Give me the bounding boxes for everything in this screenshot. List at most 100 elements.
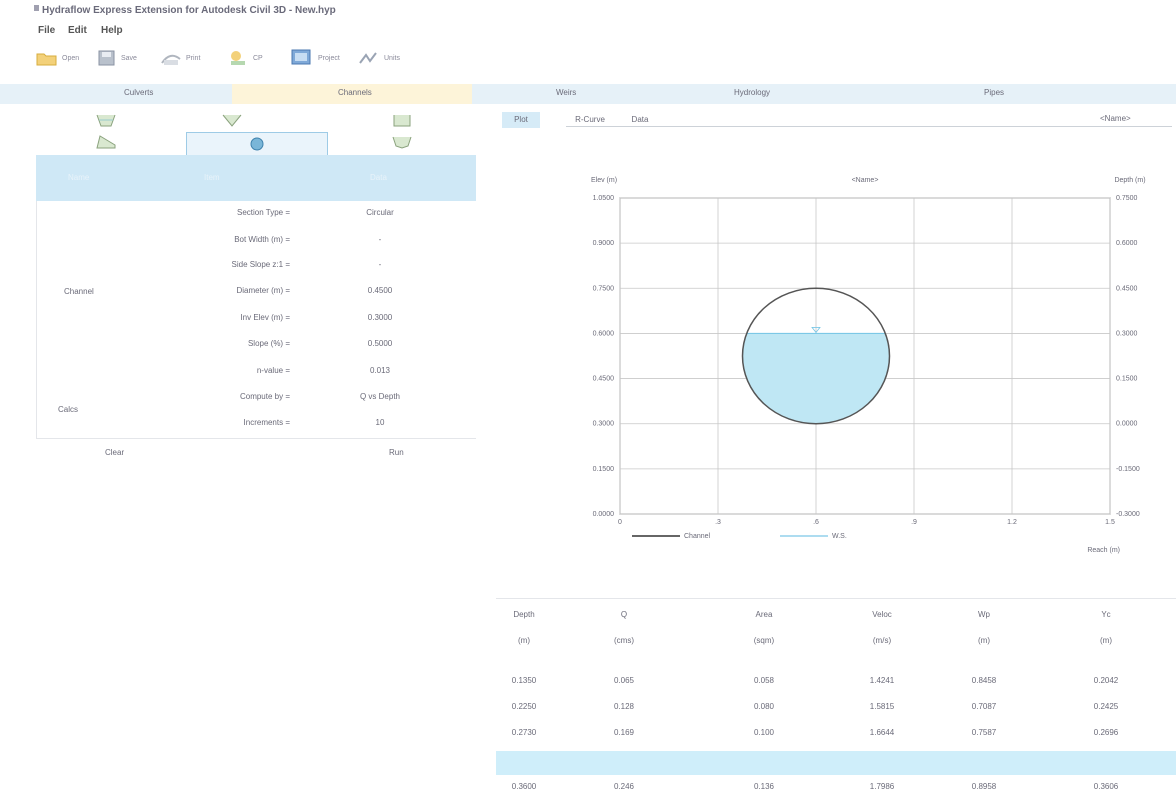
header-line bbox=[566, 126, 1172, 127]
y2-tick-label: -0.1500 bbox=[1116, 466, 1140, 473]
param-label: Compute by = bbox=[239, 392, 290, 401]
x-tick-label: 1.5 bbox=[1105, 519, 1115, 526]
tab-hydrology[interactable]: Hydrology bbox=[652, 84, 882, 104]
column-header: Q bbox=[620, 610, 628, 619]
table-cell[interactable]: 1.4241 bbox=[847, 676, 917, 685]
y2-tick-label: 0.1500 bbox=[1116, 376, 1138, 383]
column-header: Depth bbox=[513, 610, 535, 619]
x-axis-label: Reach (m) bbox=[1087, 547, 1120, 554]
y2-tick-label: 0.3000 bbox=[1116, 330, 1138, 337]
x-tick-label: 0 bbox=[618, 519, 622, 526]
run-button[interactable]: Run bbox=[389, 448, 404, 457]
table-cell[interactable]: 0.065 bbox=[589, 676, 659, 685]
legend-ws-label: W.S. bbox=[832, 533, 847, 540]
legend-channel-label: Channel bbox=[684, 533, 711, 540]
table-cell[interactable]: 0.2730 bbox=[489, 728, 559, 737]
group-channel: Channel bbox=[64, 287, 94, 296]
table-top-border bbox=[496, 598, 1176, 599]
table-cell[interactable]: 1.7986 bbox=[847, 782, 917, 791]
param-value[interactable]: Q vs Depth bbox=[330, 392, 430, 401]
param-label: Slope (%) = bbox=[247, 339, 290, 348]
column-unit: (m) bbox=[978, 636, 990, 645]
group-calcs: Calcs bbox=[58, 405, 79, 414]
table-cell[interactable]: 0.8458 bbox=[949, 676, 1019, 685]
param-value[interactable]: 0.013 bbox=[330, 366, 430, 375]
y2-axis-label: Depth (m) bbox=[1114, 177, 1145, 184]
plot-name-label: <Name> bbox=[1100, 114, 1131, 123]
y2-tick-label: -0.3000 bbox=[1116, 511, 1140, 518]
column-unit: (m) bbox=[518, 636, 530, 645]
water-area bbox=[742, 333, 890, 424]
table-cell[interactable]: 0.058 bbox=[729, 676, 799, 685]
column-unit: (m) bbox=[1100, 636, 1112, 645]
table-cell[interactable]: 0.3600 bbox=[489, 782, 559, 791]
param-value[interactable]: Circular bbox=[330, 208, 430, 217]
param-value[interactable]: - bbox=[330, 235, 430, 244]
y-tick-label: 0.3000 bbox=[593, 421, 615, 428]
table-cell[interactable]: 0.7087 bbox=[949, 702, 1019, 711]
tab-weirs[interactable]: Weirs bbox=[472, 84, 652, 104]
divider bbox=[36, 438, 476, 439]
table-cell[interactable]: 0.169 bbox=[589, 728, 659, 737]
clear-button[interactable]: Clear bbox=[105, 448, 124, 457]
column-unit: (sqm) bbox=[753, 636, 775, 645]
table-cell[interactable]: 0.246 bbox=[589, 782, 659, 791]
y-tick-label: 0.4500 bbox=[593, 376, 615, 383]
y-tick-label: 1.0500 bbox=[593, 195, 615, 202]
param-label: Diameter (m) = bbox=[236, 286, 290, 295]
y2-tick-label: 0.0000 bbox=[1116, 421, 1138, 428]
param-value[interactable]: 0.3000 bbox=[330, 313, 430, 322]
x-tick-label: 1.2 bbox=[1007, 519, 1017, 526]
param-label: Side Slope z:1 = bbox=[231, 260, 290, 269]
tab-pipes-label: Pipes bbox=[984, 88, 1005, 97]
y2-tick-label: 0.7500 bbox=[1116, 195, 1138, 202]
param-label: Bot Width (m) = bbox=[234, 235, 290, 244]
param-label: Increments = bbox=[243, 418, 290, 427]
param-value[interactable]: 0.4500 bbox=[330, 286, 430, 295]
y-tick-label: 0.1500 bbox=[593, 466, 615, 473]
tab-plot[interactable]: Plot bbox=[502, 112, 540, 128]
param-value[interactable]: 10 bbox=[330, 418, 430, 427]
column-header: Wp bbox=[978, 610, 990, 619]
y-tick-label: 0.0000 bbox=[593, 511, 615, 518]
column-unit: (cms) bbox=[614, 636, 634, 645]
column-unit: (m/s) bbox=[872, 636, 892, 645]
channel-plot: 0 .3 .6 .9 1.2 1.5 1.0500 0.7500 0.9000 0.6000 0.7… bbox=[591, 177, 1146, 554]
table-cell[interactable]: 0.2425 bbox=[1071, 702, 1141, 711]
divider bbox=[36, 201, 37, 438]
param-value[interactable]: - bbox=[330, 260, 430, 269]
param-label: n-value = bbox=[256, 366, 290, 375]
y-axis-label: Elev (m) bbox=[591, 177, 617, 184]
column-header: Yc bbox=[1101, 610, 1111, 619]
table-cell[interactable]: 0.128 bbox=[589, 702, 659, 711]
table-cell[interactable]: 0.2250 bbox=[489, 702, 559, 711]
param-label: Section Type = bbox=[237, 208, 290, 217]
table-cell[interactable]: 1.6644 bbox=[847, 728, 917, 737]
view-tabs: Plot R-Curve Data <Name> bbox=[496, 112, 1176, 132]
table-cell[interactable]: 0.136 bbox=[729, 782, 799, 791]
x-tick-label: .3 bbox=[715, 519, 721, 526]
results-table: Depth Q Area Veloc Wp Yc (m) (cms) (sqm) (m/s) (m)… bbox=[496, 598, 1176, 809]
table-cell[interactable]: 1.5815 bbox=[847, 702, 917, 711]
table-cell[interactable]: 0.2042 bbox=[1071, 676, 1141, 685]
param-value[interactable]: 0.5000 bbox=[330, 339, 430, 348]
tab-pipes[interactable]: Pipes bbox=[882, 84, 1176, 104]
column-header: Area bbox=[755, 610, 773, 619]
table-cell[interactable]: 0.1350 bbox=[489, 676, 559, 685]
table-cell[interactable]: 0.100 bbox=[729, 728, 799, 737]
tab-weirs-label: Weirs bbox=[556, 88, 577, 97]
x-tick-label: .6 bbox=[813, 519, 819, 526]
table-cell[interactable]: 0.3606 bbox=[1071, 782, 1141, 791]
table-cell[interactable]: 0.7587 bbox=[949, 728, 1019, 737]
y2-tick-label: 0.4500 bbox=[1116, 285, 1138, 292]
table-cell[interactable]: 0.2696 bbox=[1071, 728, 1141, 737]
x-tick-label: .9 bbox=[911, 519, 917, 526]
selected-row[interactable] bbox=[496, 751, 1176, 775]
params-grid: Section Type = Circular Bot Width (m) = … bbox=[0, 0, 480, 470]
y-tick-label: 0.7500 bbox=[593, 285, 615, 292]
plot-title: <Name> bbox=[852, 177, 879, 184]
y2-tick-label: 0.6000 bbox=[1116, 240, 1138, 247]
column-header: Veloc bbox=[872, 610, 892, 619]
table-cell[interactable]: 0.8958 bbox=[949, 782, 1019, 791]
table-cell[interactable]: 0.080 bbox=[729, 702, 799, 711]
